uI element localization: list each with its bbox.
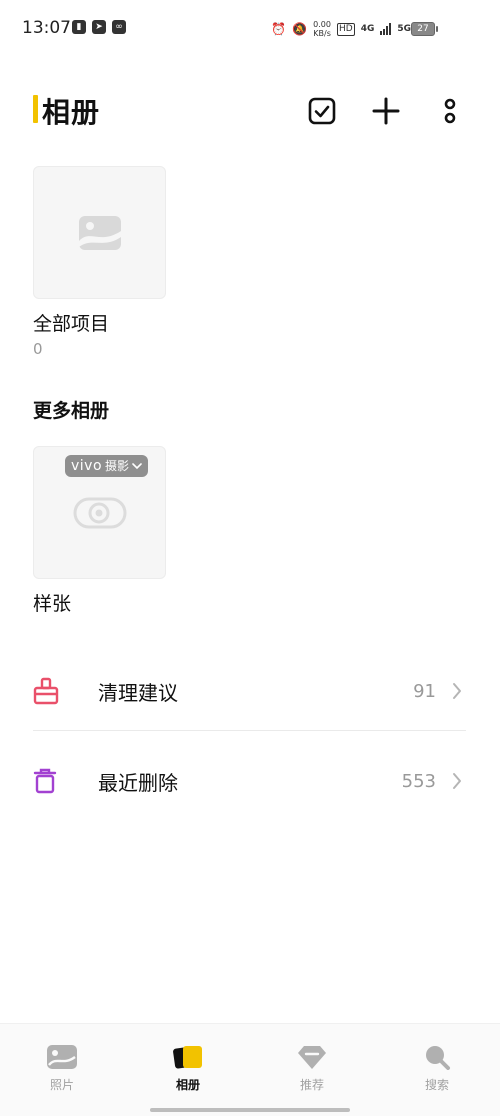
album-thumbnail: vivo 摄影 — [33, 446, 166, 579]
more-options-button[interactable] — [433, 94, 467, 128]
telegram-icon: ➤ — [92, 20, 106, 34]
add-icon — [372, 97, 400, 125]
album-thumbnail — [33, 166, 166, 299]
nav-label: 搜索 — [424, 1078, 449, 1092]
cleanup-suggestions-row[interactable]: 清理建议 91 — [33, 647, 466, 735]
photos-icon — [47, 1045, 77, 1069]
select-check-icon — [308, 97, 336, 125]
network-speed: 0.00 KB/s — [313, 20, 331, 38]
row-count: 91 — [413, 680, 436, 702]
hd-voice-badge: HD — [336, 22, 355, 36]
nav-label: 推荐 — [299, 1078, 324, 1092]
chevron-down-icon — [132, 463, 142, 470]
nav-photos[interactable]: 照片 — [17, 1044, 107, 1093]
cleanup-brush-icon — [33, 677, 59, 705]
bottom-navigation: 照片 相册 推荐 搜索 — [0, 1023, 500, 1116]
nav-label: 照片 — [49, 1078, 74, 1092]
network-4g: 4G — [360, 24, 375, 34]
home-indicator[interactable] — [150, 1108, 350, 1112]
tag-brand: vivo — [71, 458, 103, 474]
status-right-icons: ⏰ 🔕 0.00 KB/s HD 4G 5G — [271, 20, 428, 38]
vivo-photography-tag[interactable]: vivo 摄影 — [65, 455, 149, 477]
nav-label: 相册 — [175, 1078, 200, 1092]
search-icon — [426, 1046, 450, 1070]
title-accent-bar — [33, 95, 38, 123]
battery-icon: 27 — [411, 22, 438, 36]
select-button[interactable] — [305, 94, 339, 128]
album-sample[interactable]: vivo 摄影 样张 — [33, 446, 166, 616]
trash-icon — [33, 768, 57, 794]
nav-search[interactable]: 搜索 — [392, 1044, 482, 1093]
nav-recommend[interactable]: 推荐 — [267, 1044, 357, 1093]
album-name: 样张 — [33, 593, 72, 615]
mute-icon: 🔕 — [292, 22, 308, 36]
chevron-right-icon — [453, 773, 461, 789]
row-label: 清理建议 — [98, 680, 178, 705]
recommend-diamond-icon — [298, 1046, 326, 1069]
album-name: 全部项目 — [33, 313, 110, 335]
album-all-items[interactable]: 全部项目 0 — [33, 166, 166, 358]
more-vertical-icon — [444, 98, 456, 124]
link-app-icon: ∞ — [112, 20, 126, 34]
status-time: 13:07 — [22, 18, 71, 38]
status-bar: 13:07 ▮ ➤ ∞ ⏰ 🔕 0.00 KB/s HD 4G 5G 27 — [0, 0, 500, 58]
alarm-icon: ⏰ — [271, 22, 287, 36]
recently-deleted-row[interactable]: 最近删除 553 — [33, 737, 466, 825]
chevron-right-icon — [453, 683, 461, 699]
page-title: 相册 — [42, 96, 101, 129]
status-notification-icons: ▮ ➤ ∞ — [72, 20, 126, 34]
image-placeholder-icon — [78, 215, 121, 250]
album-count: 0 — [33, 340, 43, 358]
add-album-button[interactable] — [369, 94, 403, 128]
tag-text: 摄影 — [105, 459, 130, 473]
camera-placeholder-icon — [73, 497, 126, 529]
notification-app-icon: ▮ — [72, 20, 86, 34]
nav-albums[interactable]: 相册 — [143, 1044, 233, 1093]
row-count: 553 — [401, 770, 436, 792]
app-header: 相册 — [0, 86, 500, 134]
row-divider — [33, 730, 466, 731]
albums-icon — [173, 1046, 202, 1069]
row-label: 最近删除 — [98, 770, 178, 795]
signal-bars-icon — [380, 23, 392, 35]
network-5g: 5G — [397, 24, 411, 34]
more-albums-title: 更多相册 — [33, 400, 110, 422]
